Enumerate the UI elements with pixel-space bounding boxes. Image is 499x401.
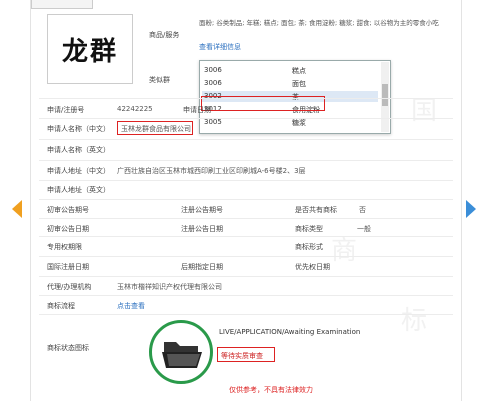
dd-name: 面包 [292, 80, 306, 88]
process-link[interactable]: 点击查看 [117, 301, 145, 311]
shared-label: 是否共有商标 [295, 206, 337, 214]
mark-form-label: 商标形式 [295, 243, 323, 251]
prev-arrow-icon[interactable] [12, 200, 22, 218]
divider [39, 160, 453, 161]
agent-label: 代理/办理机构 [47, 283, 92, 291]
reg-no-label: 申请/注册号 [47, 106, 85, 114]
watermark: 国 [411, 96, 438, 126]
dd-code: 3006 [204, 79, 222, 87]
folder-icon [162, 342, 202, 368]
mark-type-label: 商标类型 [295, 225, 323, 233]
top-tab[interactable] [31, 0, 93, 9]
divider [39, 314, 453, 315]
watermark: 标 [401, 306, 428, 336]
status-folder-icon [149, 320, 213, 384]
highlight-box-applicant [117, 121, 193, 135]
first-pub-no-label: 初审公告期号 [47, 206, 89, 214]
dd-name: 糖浆 [292, 119, 306, 127]
agent-value: 玉林市楷祥知识产权代理有限公司 [117, 283, 222, 291]
reg-pub-date-label: 注册公告日期 [181, 225, 223, 233]
dropdown-scrollbar[interactable] [381, 62, 389, 132]
dd-code: 3006 [204, 66, 222, 74]
list-item[interactable]: 3006 糕点 [202, 65, 378, 76]
divider [39, 295, 453, 296]
divider [39, 218, 453, 219]
intl-reg-label: 国际注册日期 [47, 263, 89, 271]
status-label: 商标状态图标 [47, 344, 89, 352]
address-en-label: 申请人地址（英文） [47, 186, 110, 194]
divider [39, 276, 453, 277]
mark-type-value: 一般 [357, 225, 371, 233]
later-date-label: 后期指定日期 [181, 263, 223, 271]
trademark-logo: 龙群 [47, 14, 133, 84]
next-arrow-icon[interactable] [466, 200, 476, 218]
exclusive-label: 专用权期限 [47, 243, 82, 251]
process-label: 商标流程 [47, 302, 75, 310]
divider [39, 98, 453, 99]
divider [39, 118, 453, 119]
address-cn-label: 申请人地址（中文） [47, 167, 110, 175]
list-item[interactable]: 3006 面包 [202, 78, 378, 89]
dd-name: 糕点 [292, 67, 306, 75]
divider [39, 139, 453, 140]
address-cn-value: 广西壮族自治区玉林市城西印刷工业区印刷城A-6号楼2、3层 [117, 167, 306, 175]
shared-value: 否 [359, 206, 366, 214]
applicant-cn-label: 申请人名称（中文） [47, 125, 110, 133]
divider [39, 199, 453, 200]
divider [39, 180, 453, 181]
reg-date-label: 申请日期 [183, 106, 211, 114]
disclaimer: 仅供参考，不具有法律效力 [229, 386, 313, 394]
first-pub-date-label: 初审公告日期 [47, 225, 89, 233]
detail-link[interactable]: 查看详细信息 [199, 42, 241, 52]
reg-pub-no-label: 注册公告期号 [181, 206, 223, 214]
dd-code: 3005 [204, 118, 222, 126]
goods-services-text: 面粉; 谷类制品; 年糕; 糕点; 面包; 茶; 食用淀粉; 糖浆; 甜食; 以… [199, 19, 439, 27]
reg-no-value: 42242225 [117, 105, 153, 113]
goods-services-label: 商品/服务 [149, 31, 180, 39]
scrollbar-thumb[interactable] [382, 84, 388, 106]
divider [39, 256, 453, 257]
status-en: LIVE/APPLICATION/Awaiting Examination [219, 328, 361, 336]
applicant-en-label: 申请人名称（英文） [47, 146, 110, 154]
class-group-label: 类似群 [149, 76, 170, 84]
divider [39, 236, 453, 237]
trademark-detail-panel: 中 国 商 标 龙群 商品/服务 面粉; 谷类制品; 年糕; 糕点; 面包; 茶… [30, 0, 462, 401]
priority-label: 优先权日期 [295, 263, 330, 271]
highlight-box-status [217, 347, 275, 362]
